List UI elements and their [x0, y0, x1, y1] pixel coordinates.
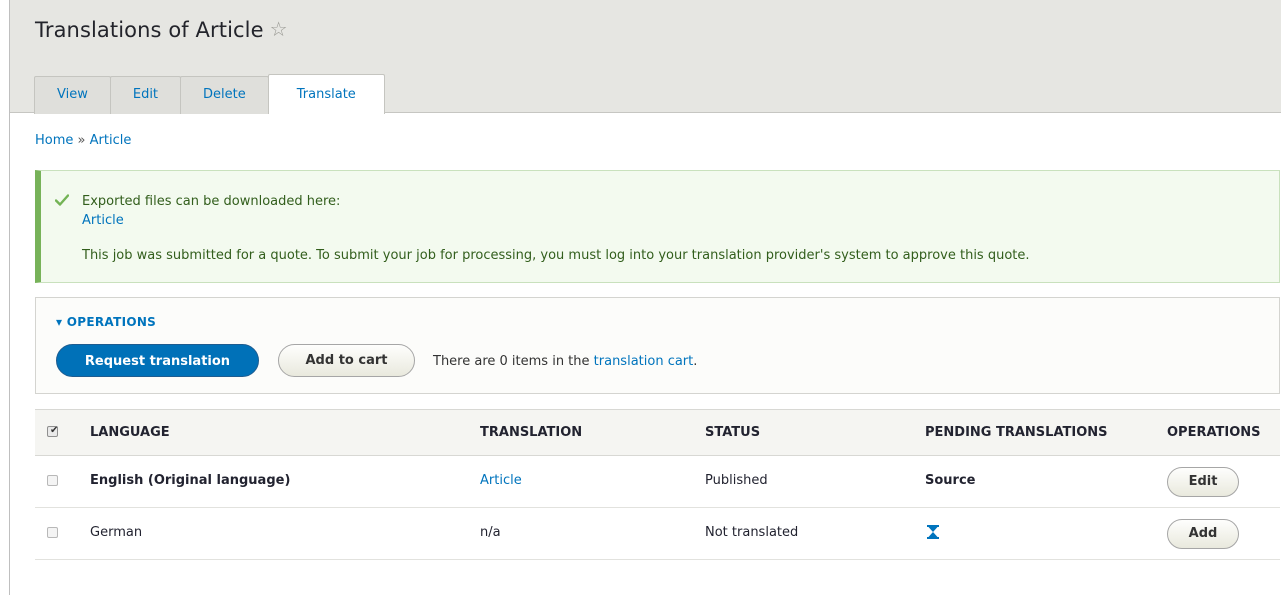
row-checkbox[interactable] [47, 475, 58, 486]
hourglass-icon [927, 525, 939, 539]
star-outline-icon[interactable]: ☆ [270, 17, 288, 41]
checkmark-icon: ✔ [50, 425, 59, 436]
table-row: English (Original language) Article Publ… [35, 456, 1280, 508]
tab-view[interactable]: View [34, 76, 111, 114]
message-article-link[interactable]: Article [82, 213, 124, 228]
page-title: Translations of Article ☆ [35, 17, 288, 42]
translation-cart-link[interactable]: translation cart [594, 354, 694, 369]
operations-panel: ▾ OPERATIONS Request translation Add to … [35, 297, 1280, 394]
select-all-checkbox[interactable]: ✔ [47, 425, 59, 437]
table-row: German n/a Not translated Add [35, 508, 1280, 560]
message-download-text: Exported files can be downloaded here: [82, 194, 341, 209]
breadcrumb-article-link[interactable]: Article [90, 133, 132, 148]
row-pending: Source [925, 473, 976, 488]
row-translation-link[interactable]: Article [480, 473, 522, 488]
edit-button[interactable]: Edit [1167, 467, 1239, 497]
row-status: Published [705, 473, 768, 488]
breadcrumb-home-link[interactable]: Home [35, 133, 73, 148]
breadcrumb: Home » Article [35, 133, 131, 148]
page-frame: Translations of Article ☆ View Edit Delet… [9, 0, 1281, 595]
operations-toggle[interactable]: ▾ OPERATIONS [56, 315, 156, 329]
column-header-translation: TRANSLATION [480, 425, 583, 440]
table-header-row: ✔ LANGUAGE TRANSLATION STATUS PENDING TR… [35, 409, 1280, 456]
add-button[interactable]: Add [1167, 519, 1239, 549]
column-header-language: LANGUAGE [90, 425, 170, 440]
column-header-status: STATUS [705, 425, 761, 440]
cart-status-text: There are 0 items in the translation car… [433, 354, 697, 369]
primary-tabs: View Edit Delete Translate [34, 74, 385, 114]
cart-text-suffix: . [693, 354, 698, 369]
row-status: Not translated [705, 525, 799, 540]
cart-text-prefix: There are 0 items in the [433, 354, 594, 369]
row-checkbox[interactable] [47, 527, 58, 538]
request-translation-button[interactable]: Request translation [56, 344, 259, 377]
message-quote-text: This job was submitted for a quote. To s… [82, 248, 1030, 263]
column-header-operations: OPERATIONS [1167, 425, 1261, 440]
tab-edit[interactable]: Edit [109, 76, 182, 114]
page-header: Translations of Article ☆ View Edit Delet… [10, 0, 1281, 114]
add-to-cart-button[interactable]: Add to cart [278, 344, 415, 377]
row-language: German [90, 525, 143, 540]
page-title-text: Translations of Article [35, 18, 264, 42]
tab-translate[interactable]: Translate [267, 74, 385, 114]
status-message: Exported files can be downloaded here: A… [35, 170, 1280, 283]
column-header-pending: PENDING TRANSLATIONS [925, 425, 1108, 440]
translations-table: ✔ LANGUAGE TRANSLATION STATUS PENDING TR… [35, 409, 1280, 560]
row-translation: n/a [480, 525, 501, 540]
tab-delete[interactable]: Delete [180, 76, 269, 114]
checkmark-icon [55, 194, 69, 206]
row-language: English (Original language) [90, 473, 291, 488]
breadcrumb-separator: » [77, 133, 86, 148]
